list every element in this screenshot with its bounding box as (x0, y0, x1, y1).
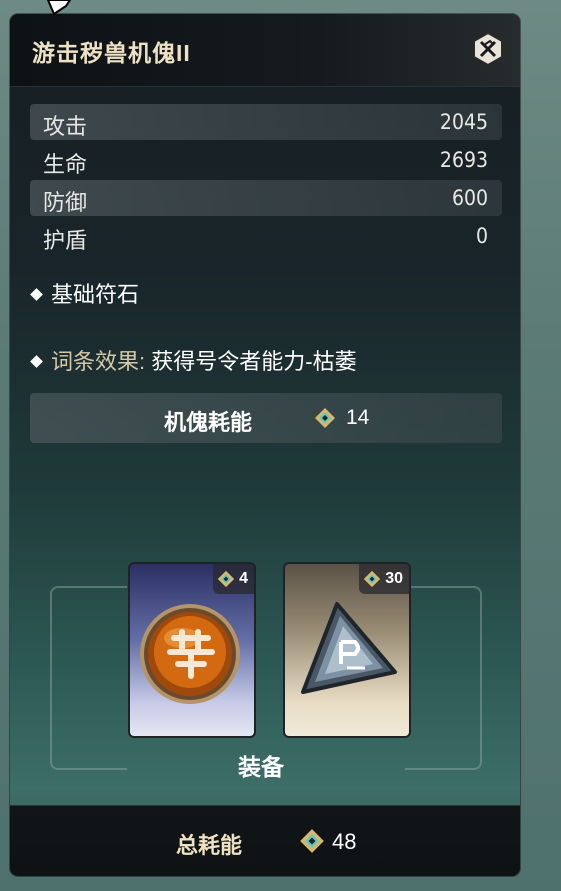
stat-row-attack: 攻击 2045 (30, 104, 502, 140)
stat-row-shield: 护盾 0 (30, 218, 502, 254)
puppet-cost-bar: 机傀耗能 14 (30, 393, 502, 443)
equip-frame-right (405, 586, 482, 770)
entry-effect-text: 获得号令者能力-枯萎 (151, 349, 357, 374)
item-title: 游击秽兽机傀II (32, 40, 191, 66)
puppet-cost-label: 机傀耗能 (164, 410, 253, 435)
stat-row-health: 生命 2693 (30, 142, 502, 178)
stat-label: 攻击 (43, 114, 88, 139)
stat-label: 护盾 (43, 228, 88, 253)
total-cost-label: 总耗能 (176, 833, 243, 858)
equip-card-orb[interactable]: 4 (128, 562, 256, 738)
diamond-bullet-icon (30, 288, 43, 301)
energy-diamond-icon (315, 408, 335, 428)
triangle-rune-icon (301, 602, 397, 694)
orb-rune-icon (140, 604, 240, 704)
stat-label: 防御 (43, 190, 88, 215)
stat-label: 生命 (43, 152, 88, 177)
total-cost-value: 48 (332, 829, 357, 854)
stats-list: 攻击 2045 生命 2693 防御 600 护盾 0 (30, 104, 502, 256)
panel-header: 游击秽兽机傀II (10, 14, 520, 87)
equip-label: 装备 (238, 754, 284, 780)
diamond-bullet-icon (30, 355, 43, 368)
equip-frame-left (50, 586, 127, 770)
stat-value: 600 (451, 186, 488, 210)
entry-effect-prefix: 词条效果: (51, 349, 146, 374)
stat-value: 0 (475, 224, 488, 248)
panel-footer: 总耗能 48 (10, 805, 520, 876)
item-detail-panel: 游击秽兽机傀II 攻击 2045 生命 2693 防御 600 护盾 0 基础符… (10, 14, 520, 876)
equip-card-triangle[interactable]: 30 (283, 562, 411, 738)
rune-type-label: 基础符石 (51, 282, 140, 307)
stat-value: 2045 (439, 110, 488, 134)
rune-type: 基础符石 (30, 277, 140, 309)
puppet-cost-value: 14 (346, 406, 370, 429)
stat-row-defense: 防御 600 (30, 180, 502, 216)
stat-value: 2693 (439, 148, 488, 172)
entry-effect: 词条效果: 获得号令者能力-枯萎 (30, 344, 357, 376)
no-combat-icon[interactable] (470, 31, 506, 67)
energy-diamond-icon (300, 829, 324, 853)
